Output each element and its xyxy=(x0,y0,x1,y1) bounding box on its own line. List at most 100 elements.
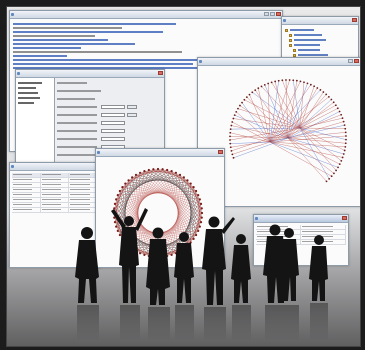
circle-graph-canvas[interactable] xyxy=(96,157,224,267)
graph-node[interactable] xyxy=(189,241,192,244)
settings-dialog-titlebar[interactable] xyxy=(16,70,164,78)
graph-node[interactable] xyxy=(112,211,116,215)
settings-nav-item[interactable] xyxy=(18,86,52,90)
graph-node[interactable] xyxy=(316,87,319,89)
graph-node[interactable] xyxy=(230,124,233,127)
tree-item[interactable] xyxy=(289,33,355,37)
graph-node[interactable] xyxy=(232,117,235,120)
graph-node[interactable] xyxy=(229,146,232,149)
settings-nav-item[interactable] xyxy=(18,81,52,85)
graph-node[interactable] xyxy=(313,85,316,88)
graph-node[interactable] xyxy=(192,237,195,240)
settings-nav-item[interactable] xyxy=(18,96,52,100)
tree-item[interactable] xyxy=(289,38,355,42)
graph-node[interactable] xyxy=(257,87,260,90)
text-field[interactable] xyxy=(101,113,125,117)
graph-node[interactable] xyxy=(332,101,335,104)
graph-node[interactable] xyxy=(231,153,234,156)
graph-node[interactable] xyxy=(134,250,138,253)
graph-node[interactable] xyxy=(118,233,121,237)
settings-nav-item[interactable] xyxy=(18,91,52,95)
graph-node[interactable] xyxy=(192,186,195,189)
graph-node[interactable] xyxy=(229,135,231,138)
graph-node[interactable] xyxy=(186,244,189,247)
graph-node[interactable] xyxy=(281,79,284,82)
graph-node[interactable] xyxy=(147,168,150,172)
graph-node[interactable] xyxy=(197,229,200,232)
graph-node[interactable] xyxy=(237,107,239,110)
link-line[interactable] xyxy=(13,43,136,45)
table-row[interactable] xyxy=(12,208,99,213)
link-line[interactable] xyxy=(13,47,81,49)
link-line[interactable] xyxy=(13,63,193,65)
graph-node[interactable] xyxy=(344,142,347,145)
link-line[interactable] xyxy=(13,23,177,25)
graph-node[interactable] xyxy=(251,91,254,94)
checkbox-row[interactable] xyxy=(57,96,162,102)
settings-nav-item[interactable] xyxy=(18,101,52,105)
graph-node[interactable] xyxy=(131,176,134,179)
browse-button[interactable] xyxy=(127,105,137,109)
link-line[interactable] xyxy=(13,59,204,61)
graph-node[interactable] xyxy=(152,168,155,171)
graph-node[interactable] xyxy=(344,127,347,130)
tree-panel-titlebar[interactable] xyxy=(282,17,358,25)
graph-node[interactable] xyxy=(335,169,337,172)
graph-node[interactable] xyxy=(277,79,280,82)
graph-node[interactable] xyxy=(170,253,173,256)
graph-node[interactable] xyxy=(254,89,257,92)
minimize-button[interactable] xyxy=(348,59,353,63)
text-field[interactable] xyxy=(101,137,125,141)
graph-node[interactable] xyxy=(197,194,200,197)
graph-node[interactable] xyxy=(182,176,185,179)
graph-node[interactable] xyxy=(118,189,121,193)
graph-node[interactable] xyxy=(200,207,203,210)
graph-node[interactable] xyxy=(325,93,328,96)
graph-node[interactable] xyxy=(263,83,266,86)
graph-node[interactable] xyxy=(189,182,192,185)
graph-node[interactable] xyxy=(342,153,345,155)
graph-node[interactable] xyxy=(333,172,335,175)
graph-node[interactable] xyxy=(260,85,263,88)
graph-node[interactable] xyxy=(343,149,346,152)
graph-node[interactable] xyxy=(182,247,185,250)
graph-node[interactable] xyxy=(143,170,146,173)
checkbox-row[interactable] xyxy=(57,80,162,86)
graph-node[interactable] xyxy=(156,255,160,259)
browse-button[interactable] xyxy=(127,113,137,117)
graph-node[interactable] xyxy=(121,237,124,240)
graph-node[interactable] xyxy=(345,135,347,137)
graph-node[interactable] xyxy=(156,167,160,171)
link-line[interactable] xyxy=(13,39,109,41)
graph-node[interactable] xyxy=(338,110,341,113)
graph-node[interactable] xyxy=(243,98,246,101)
graph-node[interactable] xyxy=(327,95,330,98)
graph-node[interactable] xyxy=(116,194,119,197)
graph-node[interactable] xyxy=(248,93,251,96)
graph-node[interactable] xyxy=(139,171,142,174)
graph-node[interactable] xyxy=(161,255,164,258)
graph-node[interactable] xyxy=(235,110,238,113)
graph-node[interactable] xyxy=(340,113,343,116)
main-browser-titlebar[interactable] xyxy=(10,11,282,19)
graph-node[interactable] xyxy=(134,173,138,176)
table-window-titlebar[interactable] xyxy=(10,163,100,171)
graph-node[interactable] xyxy=(121,186,124,189)
graph-node[interactable] xyxy=(229,128,232,131)
graph-node[interactable] xyxy=(233,114,236,117)
graph-node[interactable] xyxy=(113,202,117,205)
graph-node[interactable] xyxy=(229,139,231,141)
graph-node[interactable] xyxy=(299,80,302,83)
graph-node[interactable] xyxy=(166,254,169,258)
close-button[interactable] xyxy=(354,59,359,63)
graph-node[interactable] xyxy=(147,254,150,258)
graph-node[interactable] xyxy=(131,247,134,250)
graph-node[interactable] xyxy=(195,189,198,193)
graph-node[interactable] xyxy=(338,163,341,166)
tree-item[interactable] xyxy=(289,43,355,47)
graph-node[interactable] xyxy=(115,198,118,201)
graph-node[interactable] xyxy=(267,82,270,85)
graph-node[interactable] xyxy=(336,107,339,110)
graph-node[interactable] xyxy=(113,221,117,224)
maximize-button[interactable] xyxy=(270,12,275,16)
